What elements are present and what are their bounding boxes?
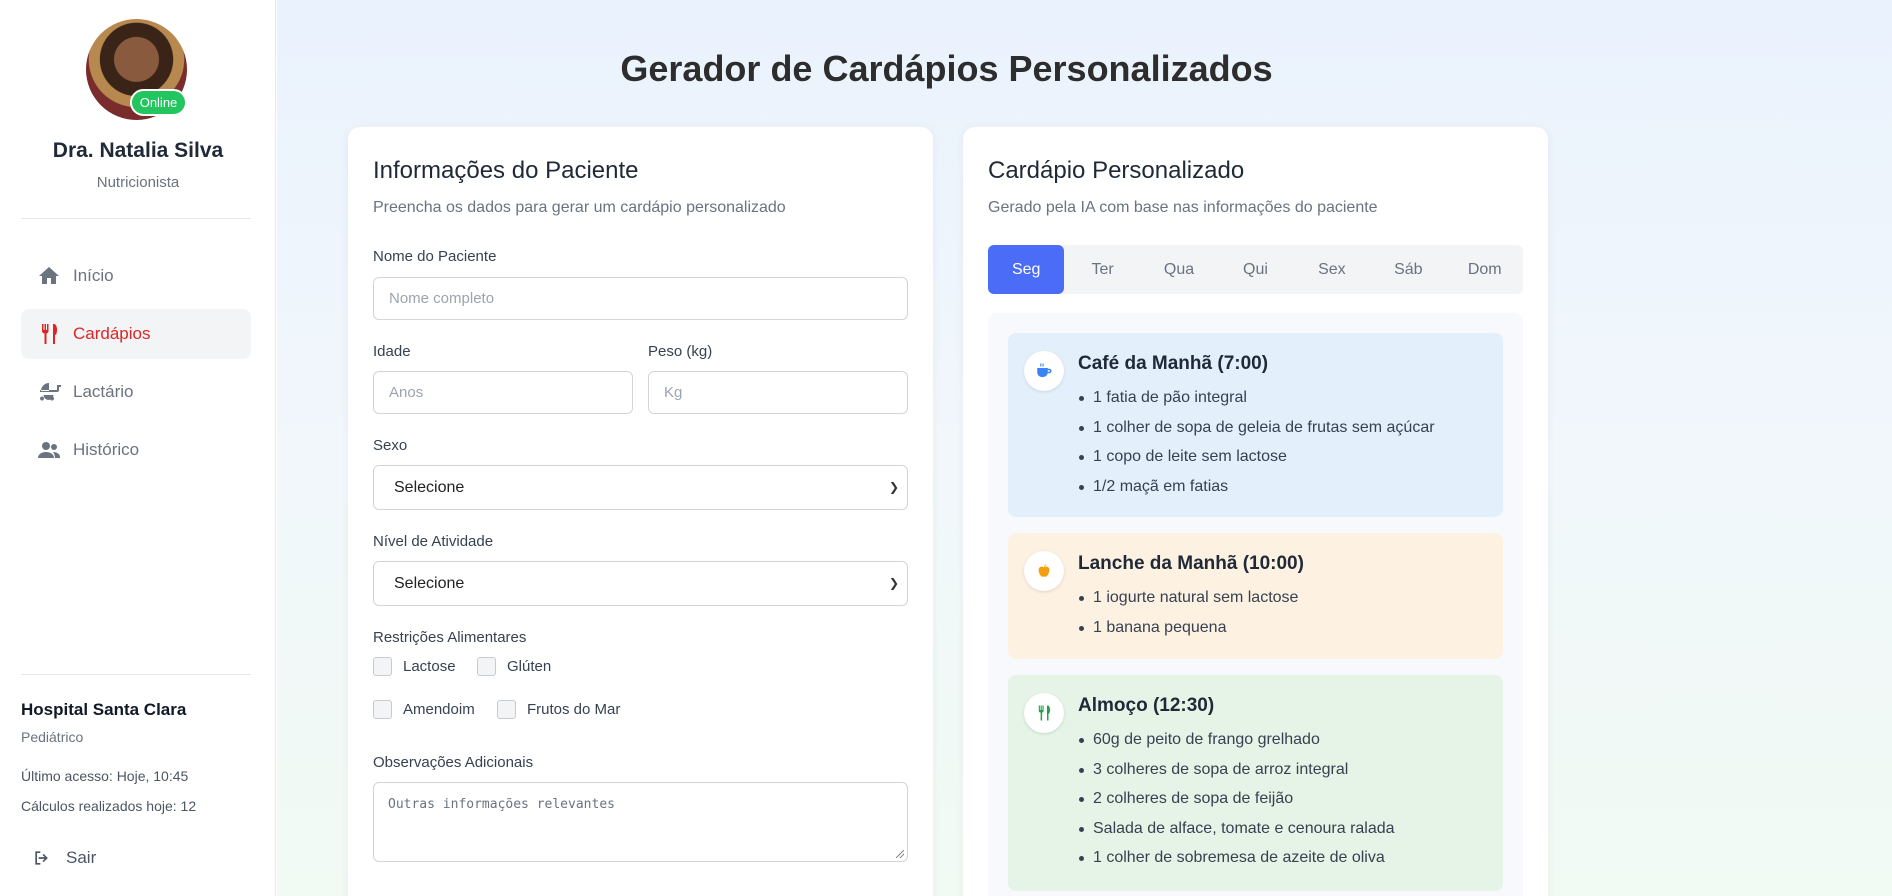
day-tabs: Seg Ter Qua Qui Sex Sáb Dom	[988, 245, 1523, 294]
tab-seg[interactable]: Seg	[988, 245, 1065, 294]
restriction-amendoim[interactable]: Amendoim	[373, 700, 475, 719]
utensils-icon	[37, 322, 61, 346]
list-item: 1 colher de sobremesa de azeite de oliva	[1078, 843, 1395, 873]
checkbox-label: Glúten	[507, 658, 552, 675]
restriction-lactose[interactable]: Lactose	[373, 657, 456, 676]
sidebar-nav: Início Cardápios Lactário Histórico	[21, 251, 251, 483]
calculations-count: Cálculos realizados hoje: 12	[21, 798, 197, 814]
patient-form-subtitle: Preencha os dados para gerar um cardápio…	[373, 199, 786, 216]
meal-card-morning-snack: Lanche da Manhã (10:00) 1 iogurte natura…	[1008, 533, 1503, 659]
patient-name-input[interactable]: Nome completo	[373, 277, 908, 320]
sidebar-item-label: Histórico	[73, 440, 140, 459]
tab-dom[interactable]: Dom	[1447, 245, 1523, 294]
sidebar-item-cardapios[interactable]: Cardápios	[21, 309, 251, 359]
last-access: Último acesso: Hoje, 10:45	[21, 768, 189, 784]
list-item: 1 iogurte natural sem lactose	[1078, 583, 1298, 613]
list-item: 1 copo de leite sem lactose	[1078, 442, 1435, 472]
menu-subtitle: Gerado pela IA com base nas informações …	[988, 199, 1378, 216]
list-item: 1 fatia de pão integral	[1078, 383, 1435, 413]
restriction-frutos-do-mar[interactable]: Frutos do Mar	[497, 700, 620, 719]
hospital-name: Hospital Santa Clara	[21, 700, 187, 719]
menu-card: Cardápio Personalizado Gerado pela IA co…	[963, 127, 1548, 896]
main-content: Gerador de Cardápios Personalizados Info…	[277, 0, 1892, 896]
sidebar-item-label: Início	[73, 266, 114, 285]
gluten-checkbox[interactable]	[477, 657, 496, 676]
list-item: 1/2 maçã em fatias	[1078, 472, 1435, 502]
tab-sab[interactable]: Sáb	[1370, 245, 1446, 294]
meals-container: Café da Manhã (7:00) 1 fatia de pão inte…	[988, 313, 1523, 896]
profile-role: Nutricionista	[96, 174, 180, 191]
tab-ter[interactable]: Ter	[1064, 245, 1140, 294]
users-icon	[37, 438, 61, 462]
age-label: Idade	[373, 343, 411, 360]
logout-button[interactable]: Sair	[32, 848, 96, 868]
meal-items: 60g de peito de frango grelhado 3 colher…	[1078, 725, 1395, 873]
profile-name: Dra. Natalia Silva	[52, 139, 224, 162]
sidebar-item-inicio[interactable]: Início	[21, 251, 251, 301]
age-input[interactable]: Anos	[373, 371, 633, 414]
checkbox-label: Frutos do Mar	[527, 701, 621, 718]
notes-textarea[interactable]: Outras informações relevantes	[373, 782, 908, 862]
list-item: 2 colheres de sopa de feijão	[1078, 784, 1395, 814]
notes-label: Observações Adicionais	[373, 754, 534, 771]
meal-card-lunch: Almoço (12:30) 60g de peito de frango gr…	[1008, 675, 1503, 891]
meal-items: 1 iogurte natural sem lactose 1 banana p…	[1078, 583, 1298, 642]
avatar-container: Online	[86, 19, 187, 120]
status-badge: Online	[130, 89, 187, 116]
restriction-gluten[interactable]: Glúten	[477, 657, 551, 676]
checkbox-label: Lactose	[403, 658, 456, 675]
sidebar-item-label: Cardápios	[73, 324, 151, 343]
patient-form-card: Informações do Paciente Preencha os dado…	[348, 127, 933, 896]
hospital-department: Pediátrico	[21, 729, 84, 745]
chevron-down-icon: ❯	[888, 576, 899, 590]
weight-input[interactable]: Kg	[648, 371, 908, 414]
sidebar: Online Dra. Natalia Silva Nutricionista …	[0, 0, 276, 896]
coffee-icon	[1024, 351, 1064, 391]
list-item: 1 banana pequena	[1078, 613, 1298, 643]
restrictions-label: Restrições Alimentares	[373, 629, 527, 646]
sidebar-item-lactario[interactable]: Lactário	[21, 367, 251, 417]
tab-qui[interactable]: Qui	[1217, 245, 1293, 294]
meal-title: Café da Manhã (7:00)	[1078, 353, 1269, 374]
chevron-down-icon: ❯	[888, 480, 899, 494]
list-item: Salada de alface, tomate e cenoura ralad…	[1078, 814, 1395, 844]
sex-select[interactable]: Selecione ❯	[373, 465, 908, 510]
list-item: 1 colher de sopa de geleia de frutas sem…	[1078, 413, 1435, 443]
logout-icon	[35, 851, 48, 865]
home-icon	[37, 264, 61, 288]
sidebar-item-historico[interactable]: Histórico	[21, 425, 251, 475]
logout-label: Sair	[66, 848, 97, 867]
meal-title: Almoço (12:30)	[1078, 695, 1215, 716]
utensils-icon	[1024, 693, 1064, 733]
meal-items: 1 fatia de pão integral 1 colher de sopa…	[1078, 383, 1435, 501]
amendoim-checkbox[interactable]	[373, 700, 392, 719]
resize-handle-icon[interactable]	[896, 850, 904, 858]
divider	[21, 674, 251, 675]
apple-icon	[1024, 551, 1064, 591]
patient-form-title: Informações do Paciente	[373, 157, 639, 184]
list-item: 60g de peito de frango grelhado	[1078, 725, 1395, 755]
tab-sex[interactable]: Sex	[1294, 245, 1370, 294]
tab-qua[interactable]: Qua	[1141, 245, 1217, 294]
sex-select-value: Selecione	[394, 479, 465, 496]
activity-label: Nível de Atividade	[373, 533, 494, 550]
sidebar-item-label: Lactário	[73, 382, 134, 401]
notes-placeholder: Outras informações relevantes	[388, 797, 615, 812]
menu-title: Cardápio Personalizado	[988, 157, 1245, 184]
lactose-checkbox[interactable]	[373, 657, 392, 676]
meal-card-breakfast: Café da Manhã (7:00) 1 fatia de pão inte…	[1008, 333, 1503, 517]
baby-carriage-icon	[37, 380, 61, 404]
activity-select[interactable]: Selecione ❯	[373, 561, 908, 606]
list-item: 3 colheres de sopa de arroz integral	[1078, 755, 1395, 785]
page-title: Gerador de Cardápios Personalizados	[620, 48, 1273, 89]
meal-title: Lanche da Manhã (10:00)	[1078, 553, 1304, 574]
activity-select-value: Selecione	[394, 575, 465, 592]
checkbox-label: Amendoim	[403, 701, 475, 718]
name-label: Nome do Paciente	[373, 248, 497, 265]
divider	[21, 218, 251, 219]
weight-label: Peso (kg)	[648, 343, 713, 360]
frutos-do-mar-checkbox[interactable]	[497, 700, 516, 719]
sex-label: Sexo	[373, 437, 408, 454]
